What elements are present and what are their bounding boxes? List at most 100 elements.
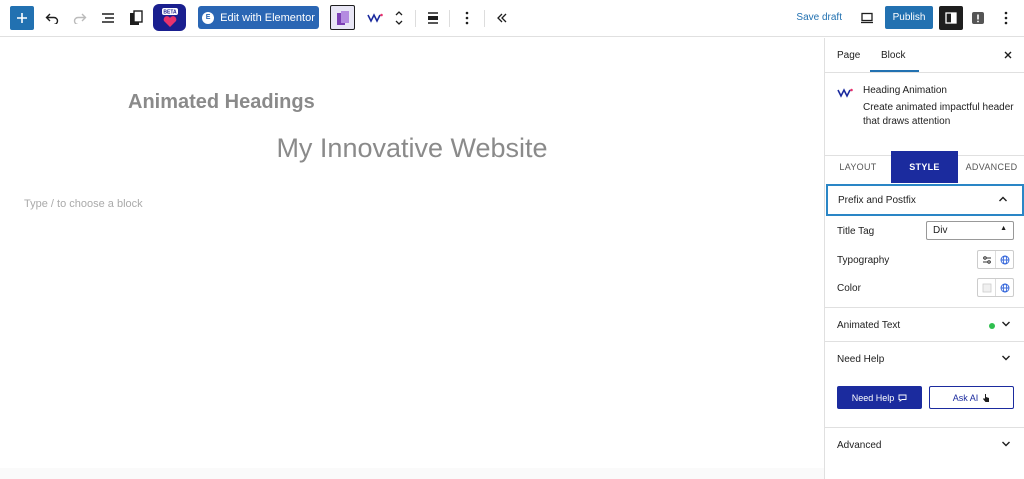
- animated-heading-block[interactable]: My Innovative Website: [0, 133, 824, 164]
- more-vertical-icon: [1004, 11, 1008, 25]
- save-draft-button[interactable]: Save draft: [796, 12, 842, 23]
- tab-layout[interactable]: LAYOUT: [825, 151, 891, 183]
- typography-settings-button[interactable]: [978, 251, 996, 268]
- toolbar-divider: [449, 10, 450, 27]
- active-tab-indicator: [870, 70, 919, 72]
- color-row: Color: [825, 277, 1024, 301]
- plugin-alert-button[interactable]: [966, 6, 990, 30]
- title-tag-value: Div: [933, 225, 948, 236]
- tab-advanced[interactable]: ADVANCED: [958, 151, 1024, 183]
- sliders-icon: [982, 255, 991, 264]
- typography-row: Typography: [825, 249, 1024, 273]
- more-vertical-icon: [465, 11, 469, 25]
- animated-heading-text: My Innovative Website: [276, 133, 548, 163]
- chevron-down-icon: [1002, 441, 1010, 447]
- block-appender-placeholder[interactable]: Type / to choose a block: [24, 198, 143, 210]
- double-chevron-left-icon: [497, 13, 507, 23]
- tab-page[interactable]: Page: [837, 50, 860, 61]
- alert-icon: [972, 12, 984, 24]
- wave-logo-icon: [837, 88, 853, 98]
- animated-headings-title[interactable]: Animated Headings: [128, 91, 315, 114]
- tab-block[interactable]: Block: [881, 50, 905, 61]
- heading-animation-block-icon-button[interactable]: [363, 6, 387, 30]
- block-name: Heading Animation: [863, 85, 947, 96]
- editor-toolbar: BETA E Edit with Elementor Save draft Pu…: [0, 0, 1024, 37]
- color-controls: [977, 278, 1014, 297]
- preview-button[interactable]: [855, 6, 879, 30]
- chevron-up-down-icon: [395, 11, 403, 25]
- sidebar-icon: [945, 12, 957, 24]
- plugin-beta-logo[interactable]: BETA: [153, 4, 186, 31]
- ask-ai-label: Ask AI: [952, 392, 979, 403]
- title-tag-select[interactable]: Div ▲︎: [926, 221, 1014, 240]
- settings-sidebar-toggle[interactable]: [939, 6, 963, 30]
- hand-pointer-icon: [983, 393, 990, 402]
- title-tag-label: Title Tag: [837, 226, 875, 237]
- add-block-button[interactable]: [10, 6, 34, 30]
- animated-text-panel-header[interactable]: Animated Text: [825, 307, 1024, 341]
- panel-title: Need Help: [837, 354, 885, 365]
- globe-icon: [1000, 283, 1009, 292]
- close-sidebar-button[interactable]: [1001, 48, 1015, 62]
- clipboard-icon: [130, 10, 143, 25]
- chevron-down-icon: [1002, 321, 1010, 327]
- align-icon: [428, 12, 438, 24]
- color-swatch-icon: [982, 283, 991, 292]
- prefix-postfix-panel-header[interactable]: Prefix and Postfix: [826, 184, 1024, 216]
- typography-global-button[interactable]: [996, 251, 1013, 268]
- desktop-preview-icon: [861, 12, 873, 24]
- block-type-button[interactable]: [330, 5, 355, 30]
- color-label: Color: [837, 283, 861, 294]
- tab-style[interactable]: STYLE: [891, 151, 958, 183]
- edit-with-elementor-button[interactable]: E Edit with Elementor: [198, 6, 319, 29]
- typography-label: Typography: [837, 255, 890, 266]
- block-description: Create animated impactful header that dr…: [863, 102, 1014, 127]
- panel-title: Animated Text: [837, 320, 901, 331]
- advanced-panel-header[interactable]: Advanced: [825, 427, 1024, 463]
- redo-button[interactable]: [68, 6, 92, 30]
- undo-button[interactable]: [40, 6, 64, 30]
- color-global-button[interactable]: [996, 279, 1013, 296]
- plus-icon: [17, 13, 27, 23]
- chevron-up-icon: [999, 196, 1007, 202]
- style-tabs: LAYOUT STYLE ADVANCED: [825, 151, 1024, 183]
- block-options-button[interactable]: [455, 6, 479, 30]
- need-help-panel-header[interactable]: Need Help: [825, 341, 1024, 375]
- redo-icon: [73, 13, 87, 24]
- ask-ai-button[interactable]: Ask AI: [929, 386, 1014, 409]
- block-card: Heading Animation Create animated impact…: [825, 74, 1024, 156]
- need-help-label: Need Help: [851, 392, 895, 403]
- beta-heart-logo-icon: BETA: [161, 7, 178, 27]
- undo-icon: [45, 13, 59, 24]
- settings-sidebar: Page Block Heading Animation Create anim…: [824, 38, 1024, 479]
- panel-title: Prefix and Postfix: [838, 194, 916, 206]
- options-menu-button[interactable]: [994, 6, 1018, 30]
- publish-button[interactable]: Publish: [885, 6, 933, 29]
- chat-bubble-icon: [898, 394, 907, 402]
- need-help-button[interactable]: Need Help: [837, 386, 922, 409]
- typography-controls: [977, 250, 1014, 269]
- color-picker-button[interactable]: [978, 279, 996, 296]
- title-tag-row: Title Tag Div ▲︎: [825, 220, 1024, 244]
- copy-pages-icon: [336, 10, 349, 25]
- globe-icon: [1000, 255, 1009, 264]
- move-block-button[interactable]: [387, 6, 411, 30]
- select-arrows-icon: ▲︎: [1000, 225, 1007, 232]
- sidebar-tabs: Page Block: [825, 38, 1024, 73]
- document-overview-button[interactable]: [96, 6, 120, 30]
- chevron-down-icon: [1002, 355, 1010, 361]
- editor-canvas[interactable]: [0, 38, 824, 479]
- elementor-button-label: Edit with Elementor: [220, 11, 315, 24]
- clipboard-button[interactable]: [124, 6, 148, 30]
- heading-animation-block-icon: [837, 85, 853, 103]
- align-button[interactable]: [421, 6, 445, 30]
- elementor-icon: E: [202, 11, 215, 24]
- canvas-footer-strip: [0, 468, 824, 479]
- svg-text:BETA: BETA: [163, 9, 177, 15]
- panel-title: Advanced: [837, 440, 882, 451]
- active-status-dot: [989, 323, 995, 329]
- wave-logo-icon: [367, 13, 383, 23]
- collapse-toolbar-button[interactable]: [490, 6, 514, 30]
- toolbar-divider: [484, 10, 485, 27]
- list-view-icon: [102, 13, 114, 23]
